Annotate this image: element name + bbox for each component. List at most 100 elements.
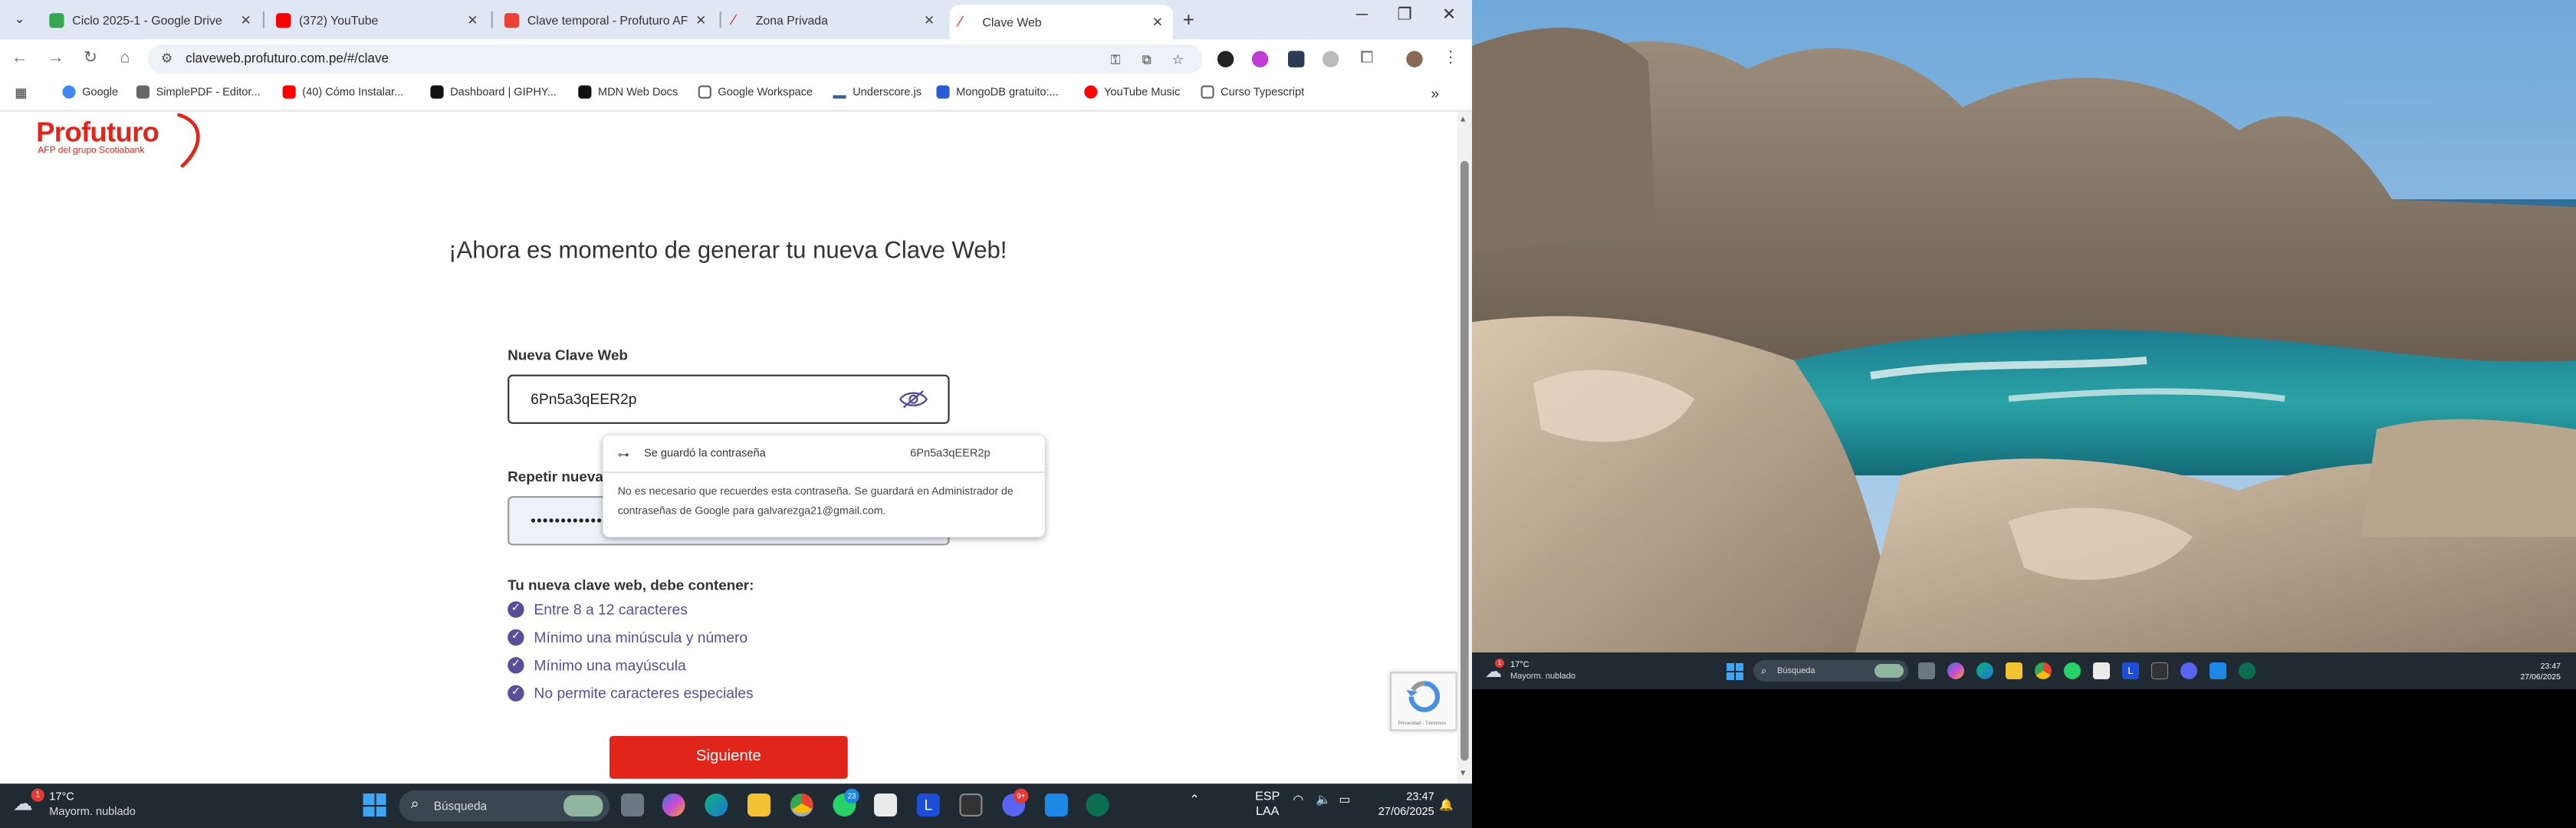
popup-divider <box>603 472 1045 474</box>
close-tab-icon[interactable]: ✕ <box>240 12 251 27</box>
notes-app-icon[interactable] <box>2210 662 2226 679</box>
new-password-input[interactable]: 6Pn5a3qEER2p <box>508 374 950 424</box>
calendar-app-icon[interactable] <box>874 794 897 816</box>
extensions-puzzle-icon[interactable]: ⧠ <box>1357 49 1377 67</box>
bookmark-label: SimplePDF - Editor... <box>156 86 261 98</box>
close-tab-icon[interactable]: ✕ <box>1152 15 1163 29</box>
task-view-icon[interactable] <box>621 794 644 816</box>
new-tab-icon[interactable]: + <box>1183 8 1194 31</box>
apps-grid-icon[interactable]: ▦ <box>15 85 27 100</box>
calendar-app-icon[interactable] <box>2093 662 2110 679</box>
bookmark-underscore[interactable]: Underscore.js <box>833 85 922 99</box>
reload-icon[interactable]: ↻ <box>80 49 100 67</box>
back-icon[interactable]: ← <box>10 49 30 67</box>
taskbar-clock-secondary[interactable]: 23:47 27/06/2025 <box>2492 661 2561 682</box>
check-circle-icon: ✓ <box>508 685 524 702</box>
repeat-password-value[interactable]: •••••••••••• <box>531 513 603 529</box>
profile-avatar[interactable] <box>1406 51 1423 67</box>
terminal-icon[interactable] <box>959 794 983 816</box>
scroll-up-icon[interactable]: ▲ <box>1459 115 1467 125</box>
install-app-icon[interactable]: ⧉ <box>1138 53 1155 69</box>
tray-overflow-icon[interactable]: ⌃ <box>1189 792 1199 807</box>
volume-icon[interactable]: 🔈 <box>1316 792 1331 807</box>
copilot-icon[interactable] <box>662 794 685 816</box>
bookmark-star-icon[interactable]: ☆ <box>1170 53 1186 67</box>
app-pin-icon[interactable] <box>1086 794 1109 816</box>
bookmark-giphy[interactable]: Dashboard | GIPHY... <box>430 85 557 99</box>
extension-panda-icon[interactable] <box>1217 51 1234 67</box>
wifi-icon[interactable]: ◠ <box>1293 792 1303 807</box>
scroll-down-icon[interactable]: ▼ <box>1459 769 1467 779</box>
tab-youtube[interactable]: (372) YouTube ✕ <box>266 5 488 34</box>
close-tab-icon[interactable]: ✕ <box>467 12 478 27</box>
close-tab-icon[interactable]: ✕ <box>695 12 706 27</box>
bookmark-google-workspace[interactable]: Google Workspace <box>698 85 813 99</box>
minimize-icon[interactable]: ─ <box>1350 7 1373 25</box>
extension-dark-icon[interactable] <box>1288 51 1305 67</box>
restore-icon[interactable]: ❐ <box>1393 7 1416 25</box>
taskbar-search-secondary[interactable]: ⌕ Búsqueda <box>1753 660 1908 682</box>
scroll-thumb[interactable] <box>1460 161 1469 761</box>
page-scrollbar[interactable]: ▲ ▼ <box>1457 111 1472 784</box>
notification-bell-icon[interactable]: 🔔 <box>1439 798 1454 812</box>
notes-app-icon[interactable] <box>1044 794 1068 816</box>
new-password-value[interactable]: 6Pn5a3qEER2p <box>531 391 636 407</box>
bookmark-youtube-music[interactable]: YouTube Music <box>1084 85 1180 99</box>
tab-zona-privada[interactable]: ⁄ Zona Privada ✕ <box>723 5 945 34</box>
tab-title: Ciclo 2025-1 - Google Drive <box>72 12 222 28</box>
extension-grey-icon[interactable] <box>1322 51 1339 67</box>
address-bar[interactable]: ⚙ claveweb.profuturo.com.pe/#/clave ⚿ ⧉ … <box>147 44 1203 74</box>
bookmark-youtube-tutorial[interactable]: (40) Cómo Instalar... <box>282 85 403 99</box>
edge-icon[interactable] <box>705 794 728 816</box>
bookmarks-overflow-icon[interactable]: » <box>1431 85 1439 101</box>
clock-time: 23:47 <box>1406 791 1434 803</box>
bookmark-google[interactable]: Google <box>62 85 119 99</box>
site-info-icon[interactable]: ⚙ <box>161 51 177 67</box>
language-code: ESP <box>1255 788 1280 803</box>
tab-clave-web[interactable]: ⁄ Clave Web ✕ <box>949 5 1173 40</box>
more-menu-icon[interactable]: ⋮ <box>1441 49 1460 67</box>
l-app-icon[interactable]: L <box>2122 662 2139 679</box>
copilot-icon[interactable] <box>1947 662 1964 679</box>
profuturo-logo[interactable]: Profuturo <box>36 117 159 150</box>
bookmark-simplepdf[interactable]: SimplePDF - Editor... <box>136 85 261 99</box>
forward-icon[interactable]: → <box>46 49 66 67</box>
file-explorer-icon[interactable] <box>747 794 770 816</box>
recaptcha-badge[interactable]: Privacidad - Términos <box>1389 672 1457 731</box>
whatsapp-icon[interactable] <box>2064 662 2081 679</box>
bookmark-mdn[interactable]: MDN Web Docs <box>578 85 678 99</box>
password-manager-message: No es necesario que recuerdes esta contr… <box>617 486 1014 518</box>
tab-google-drive[interactable]: Ciclo 2025-1 - Google Drive ✕ <box>39 5 261 34</box>
bookmark-label: Google <box>82 86 119 98</box>
close-window-icon[interactable]: ✕ <box>1438 7 1460 25</box>
toggle-visibility-eye-icon[interactable] <box>899 389 928 409</box>
l-app-icon[interactable]: L <box>916 794 940 816</box>
taskbar-clock[interactable]: 23:47 27/06/2025 <box>1362 790 1434 820</box>
tab-search-icon[interactable]: ⌄ <box>10 10 30 30</box>
close-tab-icon[interactable]: ✕ <box>924 12 935 27</box>
chrome-icon[interactable] <box>2035 662 2052 679</box>
battery-icon[interactable]: ▭ <box>1339 792 1350 807</box>
taskbar-search[interactable]: ⌕ Búsqueda <box>399 790 610 822</box>
app-pin-icon[interactable] <box>2239 662 2256 679</box>
terminal-icon[interactable] <box>2151 662 2168 679</box>
edge-icon[interactable] <box>1976 662 1993 679</box>
recaptcha-links[interactable]: Privacidad - Términos <box>1398 720 1446 727</box>
check-circle-icon: ✓ <box>508 657 524 674</box>
windows-start-icon[interactable] <box>363 794 386 816</box>
password-key-icon[interactable]: ⚿ <box>1107 53 1123 69</box>
discord-icon[interactable] <box>2180 662 2197 679</box>
windows-start-icon[interactable] <box>1727 663 1743 680</box>
next-button[interactable]: Siguiente <box>610 736 848 779</box>
task-view-icon[interactable] <box>1918 662 1935 679</box>
bookmark-curso-typescript[interactable]: Curso Typescript <box>1201 85 1304 99</box>
bookmark-mongodb[interactable]: MongoDB gratuito:... <box>936 85 1059 99</box>
file-explorer-icon[interactable] <box>2006 662 2022 679</box>
extension-purple-icon[interactable] <box>1251 51 1269 67</box>
url-text[interactable]: claveweb.profuturo.com.pe/#/clave <box>186 51 389 65</box>
tab-clave-temporal[interactable]: Clave temporal - Profuturo AFP ✕ <box>495 5 716 34</box>
saved-password-value: 6Pn5a3qEER2p <box>910 449 991 460</box>
language-indicator[interactable]: ESP LAA <box>1255 789 1280 819</box>
chrome-icon[interactable] <box>790 794 813 816</box>
home-icon[interactable]: ⌂ <box>115 49 135 67</box>
